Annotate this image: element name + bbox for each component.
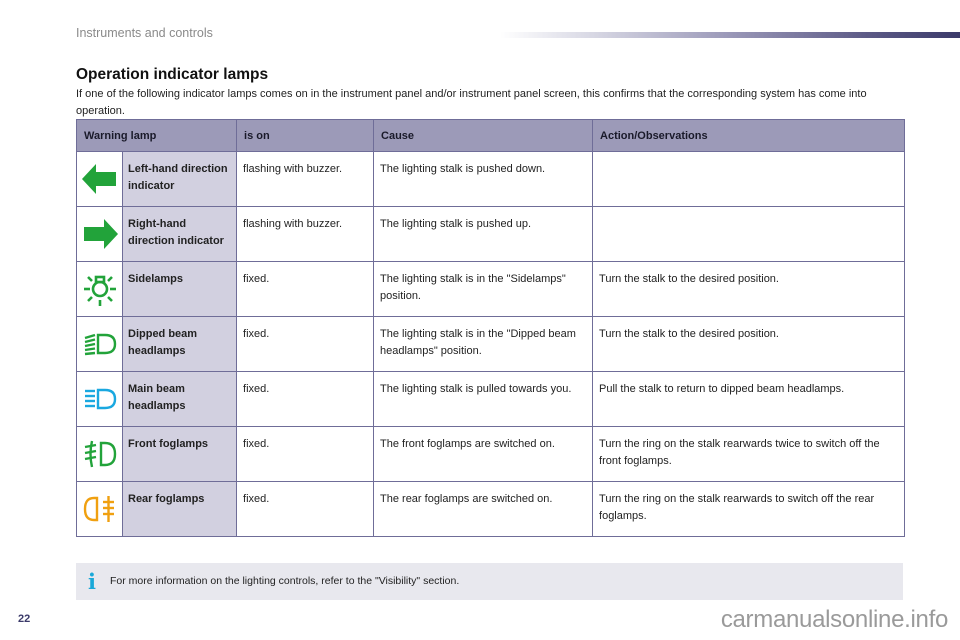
lamp-cause: The lighting stalk is pulled towards you… — [373, 371, 594, 427]
lamp-name: Right-hand direction indicator — [121, 206, 238, 262]
lamp-action: Turn the stalk to the desired position. — [592, 261, 906, 317]
lamp-icon-cell — [76, 371, 123, 427]
right-arrow-icon — [83, 219, 118, 249]
rear-foglamps-icon — [83, 496, 114, 522]
table-row: Sidelamps fixed. The lighting stalk is i… — [76, 261, 906, 317]
lamp-cause: The lighting stalk is pushed up. — [373, 206, 594, 262]
lamp-cause: The lighting stalk is in the "Sidelamps"… — [373, 261, 594, 317]
lamp-is-on: fixed. — [236, 481, 375, 537]
lamp-action: Pull the stalk to return to dipped beam … — [592, 371, 906, 427]
table-header-row: Warning lamp is on Cause Action/Observat… — [75, 119, 906, 152]
left-arrow-icon — [81, 164, 116, 194]
lamp-name: Rear foglamps — [121, 481, 238, 537]
lamp-icon-cell — [76, 206, 123, 262]
page-heading: Operation indicator lamps — [76, 66, 269, 83]
table-row: Dipped beam headlamps fixed. The lightin… — [76, 316, 906, 372]
table-row: Main beam headlamps fixed. The lighting … — [76, 371, 906, 427]
header-gradient-bar — [500, 32, 960, 38]
main-beam-icon — [84, 388, 116, 410]
lamp-name: Front foglamps — [121, 426, 238, 482]
lamp-action: Turn the ring on the stalk rearwards to … — [592, 481, 906, 537]
lamp-name: Main beam headlamps — [121, 371, 238, 427]
lamp-icon-cell — [76, 316, 123, 372]
table-row: Left-hand direction indicator flashing w… — [76, 151, 906, 207]
lamp-icon-cell — [76, 261, 123, 317]
lamp-name: Sidelamps — [121, 261, 238, 317]
lamp-cause: The lighting stalk is in the "Dipped bea… — [373, 316, 594, 372]
page-number: 22 — [18, 613, 31, 625]
lamp-action: Turn the stalk to the desired position. — [592, 316, 906, 372]
section-title: Instruments and controls — [76, 26, 213, 40]
lamp-icon-cell — [76, 151, 123, 207]
lamp-action: Turn the ring on the stalk rearwards twi… — [592, 426, 906, 482]
lamp-icon-cell — [76, 481, 123, 537]
column-header-cause: Cause — [373, 119, 594, 152]
table-row: Right-hand direction indicator flashing … — [76, 206, 906, 262]
lamp-is-on: fixed. — [236, 316, 375, 372]
intro-paragraph: If one of the following indicator lamps … — [76, 88, 867, 117]
lamp-cause: The front foglamps are switched on. — [373, 426, 594, 482]
lamp-name: Left-hand direction indicator — [121, 151, 238, 207]
info-text: For more information on the lighting con… — [110, 575, 460, 587]
info-icon: i — [88, 569, 96, 594]
watermark: carmanualsonline.info — [720, 606, 948, 633]
front-foglamps-icon — [84, 440, 116, 468]
lamp-action — [592, 206, 906, 262]
lamp-is-on: fixed. — [236, 426, 375, 482]
lamp-cause: The lighting stalk is pushed down. — [373, 151, 594, 207]
column-header-warning-lamp: Warning lamp — [75, 119, 238, 152]
lamp-is-on: fixed. — [236, 261, 375, 317]
lamp-is-on: flashing with buzzer. — [236, 206, 375, 262]
column-header-is-on: is on — [236, 119, 375, 152]
table-row: Front foglamps fixed. The front foglamps… — [76, 426, 906, 482]
lamp-is-on: fixed. — [236, 371, 375, 427]
lamp-icon-cell — [76, 426, 123, 482]
info-note: i For more information on the lighting c… — [76, 563, 903, 600]
indicator-lamps-table: Warning lamp is on Cause Action/Observat… — [75, 119, 906, 537]
column-header-action: Action/Observations — [592, 119, 906, 152]
lamp-cause: The rear foglamps are switched on. — [373, 481, 594, 537]
sidelamps-icon — [83, 275, 116, 306]
lamp-is-on: flashing with buzzer. — [236, 151, 375, 207]
table-row: Rear foglamps fixed. The rear foglamps a… — [76, 481, 906, 537]
lamp-name: Dipped beam headlamps — [121, 316, 238, 372]
dipped-beam-icon — [84, 333, 116, 356]
lamp-action — [592, 151, 906, 207]
